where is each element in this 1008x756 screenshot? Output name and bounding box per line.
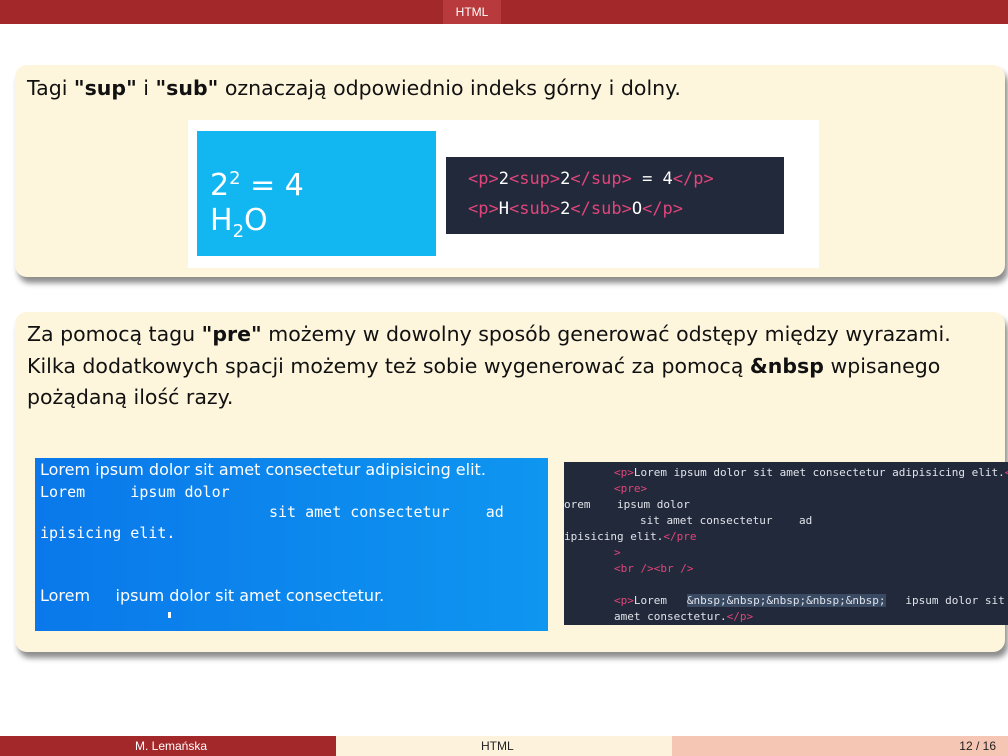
pre-rendered-preview: Lorem ipsum dolor sit amet consectetur a…	[35, 458, 548, 631]
subscript-example: H2O	[210, 203, 268, 243]
preview-paragraph-1: Lorem ipsum dolor sit amet consectetur a…	[40, 460, 486, 479]
pre-description-line-1: Za pomocą tagu "pre" możemy w dowolny sp…	[27, 322, 951, 346]
footer-author-section: M. Lemańska	[0, 736, 336, 756]
code-row-1: <p>Lorem ipsum dolor sit amet consectetu…	[614, 466, 1008, 479]
preview-paragraph-2: Lorem ipsum dolor sit amet consectetur.	[40, 586, 385, 605]
preview-pre-line-3: ipisicing elit.	[40, 524, 176, 542]
code-line-sup: <p>2<sup>2</sup> = 4</p>	[468, 169, 714, 189]
sup-sub-code-snippet: <p>2<sup>2</sup> = 4</p> <p>H<sub>2</sub…	[446, 157, 784, 234]
footer-title-section: HTML	[336, 736, 672, 756]
preview-pre-line-2: sit amet consectetur ad	[269, 503, 504, 521]
code-row-9: amet consectetur.</p>	[614, 610, 754, 623]
code-row-5: ipisicing elit.</pre	[564, 530, 697, 543]
footer-author: M. Lemańska	[135, 739, 208, 753]
code-line-sub: <p>H<sub>2</sub>O</p>	[468, 199, 684, 219]
code-row-6: >	[614, 546, 621, 559]
code-row-7: <br /><br />	[614, 562, 694, 575]
preview-pre-line-1: Lorem ipsum dolor	[40, 483, 230, 501]
code-row-4: sit amet consectetur ad	[640, 514, 813, 527]
pre-code-snippet: <p>Lorem ipsum dolor sit amet consectetu…	[564, 462, 1008, 625]
superscript-example: 22 = 4	[210, 168, 304, 203]
footer-bar: M. Lemańska HTML 12 / 16	[0, 736, 1008, 756]
footer-title: HTML	[481, 739, 514, 753]
pre-description-line-3: pożądaną ilość razy.	[27, 385, 234, 409]
page-number: 12 / 16	[959, 739, 996, 753]
code-row-3: orem ipsum dolor	[564, 498, 690, 511]
code-row-8: <p>Lorem &nbsp;&nbsp;&nbsp;&nbsp;&nbsp; …	[614, 594, 1005, 607]
mouse-cursor-icon	[168, 612, 171, 618]
sup-sub-description: Tagi "sup" i "sub" oznaczają odpowiednio…	[27, 76, 681, 100]
footer-page-section: 12 / 16	[672, 736, 1008, 756]
header-title: HTML	[443, 0, 501, 24]
header-bar: HTML	[0, 0, 1008, 24]
pre-description-line-2: Kilka dodatkowych spacji możemy też sobi…	[27, 354, 941, 378]
code-row-2: <pre>	[614, 482, 648, 495]
